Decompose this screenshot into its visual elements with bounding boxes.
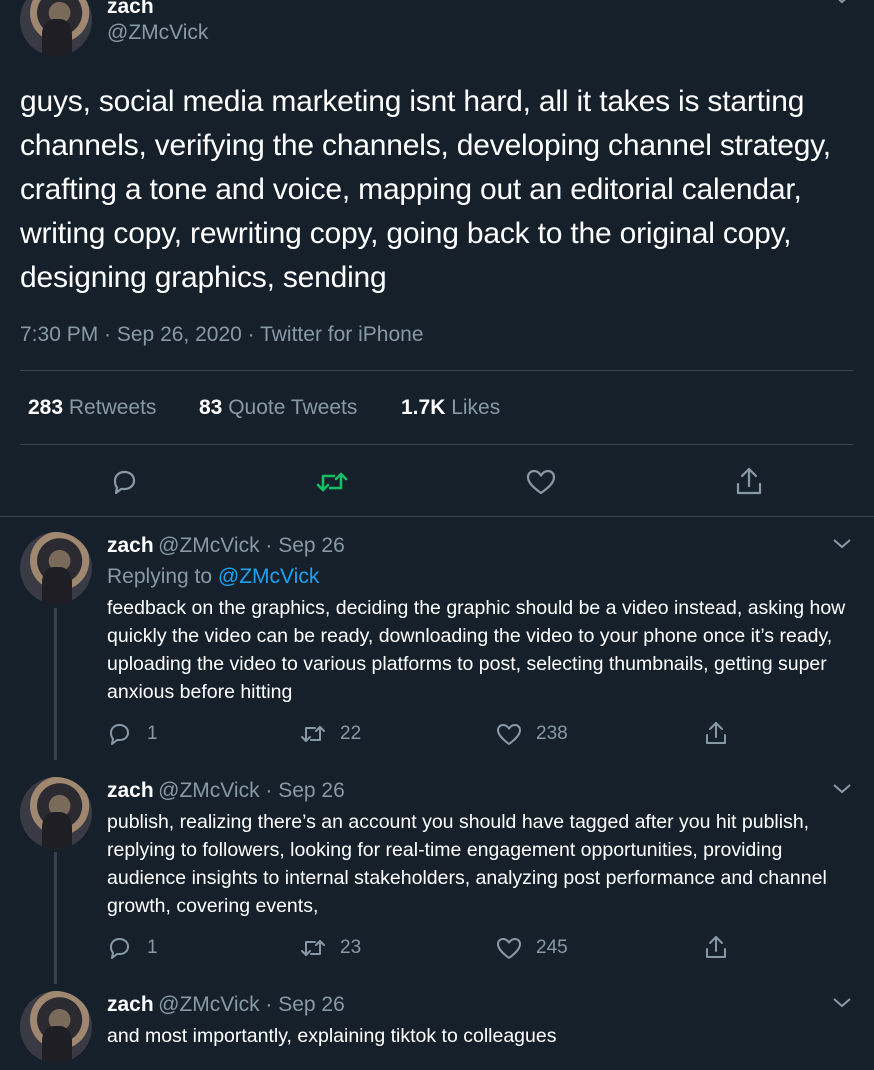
like-count: 238 <box>536 723 568 744</box>
share-icon[interactable] <box>702 718 730 748</box>
reply-text: feedback on the graphics, deciding the g… <box>107 597 846 703</box>
retweet-count: 23 <box>340 937 362 958</box>
quotes-count: 83 <box>199 396 223 419</box>
reply-author-name[interactable]: zach <box>107 779 154 802</box>
chevron-down-icon[interactable] <box>830 0 854 6</box>
retweet-icon[interactable] <box>298 720 328 748</box>
chevron-down-icon[interactable] <box>832 538 852 550</box>
reply-header: zach @ZMcVick · Sep 26 <box>107 779 345 803</box>
reply-icon[interactable] <box>106 720 134 748</box>
divider <box>20 370 853 371</box>
retweets-label: Retweets <box>68 396 157 419</box>
main-tweet-text: guys, social media marketing isnt hard, … <box>20 85 831 294</box>
heart-icon[interactable] <box>524 466 558 498</box>
chevron-down-icon[interactable] <box>832 997 852 1009</box>
heart-icon[interactable] <box>494 720 524 748</box>
reply-author-name[interactable]: zach <box>107 993 154 1016</box>
reply-header: zach @ZMcVick · Sep 26 <box>107 534 345 558</box>
stat-likes[interactable]: 1.7K Likes <box>401 396 500 420</box>
reply-count: 1 <box>147 723 158 744</box>
divider <box>20 444 853 445</box>
reply-count: 1 <box>147 937 158 958</box>
reply-handle-date[interactable]: @ZMcVick · Sep 26 <box>158 993 345 1016</box>
retweet-icon[interactable] <box>298 934 328 962</box>
like-count: 245 <box>536 937 568 958</box>
retweet-icon[interactable] <box>314 466 350 498</box>
likes-label: Likes <box>451 396 501 419</box>
replying-to: Replying to @ZMcVick <box>107 565 319 589</box>
reply-author-name[interactable]: zach <box>107 534 154 557</box>
reply-icon[interactable] <box>106 934 134 962</box>
quotes-label: Quote Tweets <box>228 396 358 419</box>
heart-icon[interactable] <box>494 934 524 962</box>
share-icon[interactable] <box>733 464 765 498</box>
reply-text: publish, realizing there’s an account yo… <box>107 811 827 917</box>
replying-to-handle[interactable]: @ZMcVick <box>218 565 319 588</box>
reply-avatar[interactable] <box>20 777 92 849</box>
retweets-count: 283 <box>28 396 64 419</box>
likes-count: 1.7K <box>401 396 446 419</box>
reply-handle-date[interactable]: @ZMcVick · Sep 26 <box>158 779 345 802</box>
stat-quotes[interactable]: 83 Quote Tweets <box>199 396 357 420</box>
chevron-down-icon[interactable] <box>832 783 852 795</box>
reply-handle-date[interactable]: @ZMcVick · Sep 26 <box>158 534 345 557</box>
main-avatar[interactable] <box>20 0 92 56</box>
main-author-handle[interactable]: @ZMcVick <box>107 21 208 45</box>
share-icon[interactable] <box>702 932 730 962</box>
stat-retweets[interactable]: 283 Retweets <box>28 396 156 420</box>
thread-line <box>54 608 57 760</box>
replying-to-prefix: Replying to <box>107 565 213 588</box>
reply-avatar[interactable] <box>20 991 92 1063</box>
divider <box>0 516 874 517</box>
reply-text: and most importantly, explaining tiktok … <box>107 1025 557 1047</box>
thread-line <box>54 852 57 984</box>
main-tweet-meta: 7:30 PM · Sep 26, 2020 · Twitter for iPh… <box>20 323 424 346</box>
retweet-count: 22 <box>340 723 362 744</box>
main-author-name[interactable]: zach <box>107 0 154 19</box>
reply-avatar[interactable] <box>20 532 92 604</box>
reply-header: zach @ZMcVick · Sep 26 <box>107 993 345 1017</box>
reply-icon[interactable] <box>108 466 140 498</box>
